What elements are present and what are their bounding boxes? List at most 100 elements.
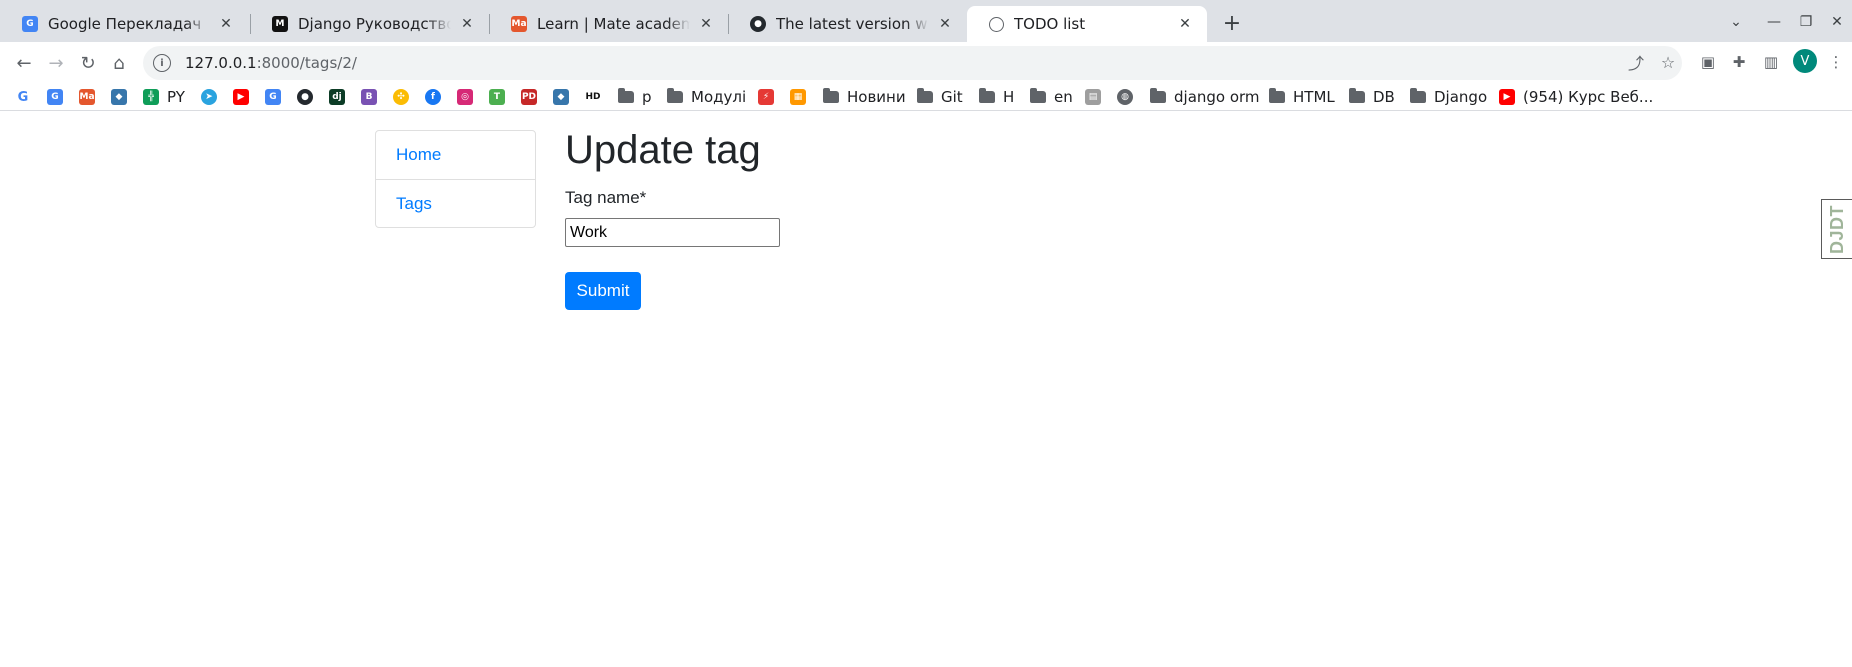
- bookmark-globe[interactable]: ◍: [1117, 84, 1133, 110]
- reload-icon[interactable]: ↻: [74, 49, 102, 77]
- sidebar-item-tags[interactable]: Tags: [376, 179, 535, 227]
- close-icon[interactable]: ✕: [1175, 14, 1195, 34]
- tab-title: Django Руководство часть: [298, 15, 451, 33]
- side-panel-icon[interactable]: ▥: [1760, 51, 1782, 73]
- bookmark-telegram[interactable]: ➤: [201, 84, 217, 110]
- python-icon: ◆: [111, 89, 127, 105]
- minimize-icon[interactable]: —: [1760, 10, 1788, 34]
- bookmark-github[interactable]: ●: [297, 84, 313, 110]
- bookmark-py[interactable]: ╬ PY: [143, 84, 185, 110]
- tab-mate-academy[interactable]: Ma Learn | Mate academy ✕: [489, 6, 728, 42]
- close-icon[interactable]: ✕: [935, 14, 955, 34]
- bookmark-label: PY: [167, 88, 185, 106]
- box-icon: ▦: [790, 89, 806, 105]
- bookmark-python[interactable]: ◆: [111, 84, 127, 110]
- folder-icon: [979, 88, 995, 103]
- bookmark-mate[interactable]: Ma: [79, 84, 95, 110]
- google-translate-icon: G: [22, 16, 38, 32]
- folder-icon: [667, 88, 683, 103]
- folder-icon: [1410, 88, 1426, 103]
- bookmark-label: p: [642, 88, 652, 106]
- address-bar[interactable]: i 127.0.0.1:8000/tags/2/: [143, 46, 1682, 80]
- tab-title: The latest version with rem: [776, 15, 929, 33]
- sheets-icon: ╬: [143, 89, 159, 105]
- bookmark-translate-2[interactable]: G: [265, 84, 281, 110]
- bookmark-instagram[interactable]: ◎: [457, 84, 473, 110]
- bookmark-folder-novyny[interactable]: Новини: [823, 84, 906, 110]
- bookmark-folder-p[interactable]: p: [618, 84, 652, 110]
- close-icon[interactable]: ✕: [216, 14, 236, 34]
- extensions-puzzle-icon[interactable]: ✚: [1728, 51, 1750, 73]
- bookmark-python-2[interactable]: ◆: [553, 84, 569, 110]
- bookmark-hd[interactable]: HD: [585, 84, 601, 110]
- share-icon[interactable]: ⤴: [1623, 49, 1649, 75]
- hd-icon: HD: [585, 89, 601, 105]
- forward-icon[interactable]: →: [42, 49, 70, 77]
- t-icon: T: [489, 89, 505, 105]
- bookmark-folder-en[interactable]: en: [1030, 84, 1073, 110]
- close-icon[interactable]: ✕: [457, 14, 477, 34]
- bookmark-folder-db[interactable]: DB: [1349, 84, 1395, 110]
- bookmark-label: HTML: [1293, 88, 1335, 106]
- folder-icon: [823, 88, 839, 103]
- page-title: Update tag: [565, 128, 761, 172]
- profile-avatar[interactable]: V: [1793, 49, 1817, 73]
- restore-icon[interactable]: ❐: [1792, 10, 1820, 34]
- back-icon[interactable]: ←: [10, 49, 38, 77]
- bookmark-star-icon[interactable]: ☆: [1655, 49, 1681, 75]
- youtube-icon: ▶: [1499, 89, 1515, 105]
- tab-google-translate[interactable]: G Google Перекладач ✕: [0, 6, 248, 42]
- bookmark-facebook[interactable]: f: [425, 84, 441, 110]
- url-host: 127.0.0.1: [185, 54, 257, 72]
- tag-name-input[interactable]: [565, 218, 780, 247]
- document-icon: ▤: [1085, 89, 1101, 105]
- bookmark-folder-h[interactable]: H: [979, 84, 1014, 110]
- bookmark-bootstrap[interactable]: B: [361, 84, 377, 110]
- globe-icon: ◍: [1117, 89, 1133, 105]
- tab-todo-list[interactable]: TODO list ✕: [967, 6, 1207, 42]
- extension-icon[interactable]: ▣: [1697, 51, 1719, 73]
- bookmark-doc[interactable]: ▤: [1085, 84, 1101, 110]
- site-info-icon[interactable]: i: [153, 54, 171, 72]
- pd-icon: PD: [521, 89, 537, 105]
- bookmark-youtube[interactable]: ▶: [233, 84, 249, 110]
- folder-icon: [1269, 88, 1285, 103]
- tab-github[interactable]: ● The latest version with rem ✕: [728, 6, 967, 42]
- submit-button[interactable]: Submit: [565, 272, 641, 310]
- bookmark-label: DB: [1373, 88, 1395, 106]
- address-url: 127.0.0.1:8000/tags/2/: [185, 54, 357, 72]
- home-icon[interactable]: ⌂: [105, 49, 133, 77]
- folder-icon: [1349, 88, 1365, 103]
- bookmark-folder-django[interactable]: Django: [1410, 84, 1487, 110]
- bookmark-photos[interactable]: ✣: [393, 84, 409, 110]
- menu-icon[interactable]: ⋮: [1825, 51, 1847, 73]
- bookmark-folder-git[interactable]: Git: [917, 84, 963, 110]
- debug-toolbar-handle[interactable]: DJDT: [1821, 199, 1852, 259]
- bookmark-folder-django-orm[interactable]: django orm: [1150, 84, 1260, 110]
- bookmark-translate[interactable]: G: [47, 84, 63, 110]
- youtube-icon: ▶: [233, 89, 249, 105]
- bookmark-youtube-course[interactable]: ▶ (954) Курс Веб...: [1499, 84, 1653, 110]
- tab-django-docs[interactable]: M Django Руководство часть ✕: [250, 6, 489, 42]
- bookmark-folder-moduli[interactable]: Модулі: [667, 84, 746, 110]
- page-content: Home Tags Update tag Tag name* Submit DJ…: [0, 111, 1852, 667]
- bookmark-t[interactable]: T: [489, 84, 505, 110]
- bookmark-label: Django: [1434, 88, 1488, 106]
- close-icon[interactable]: ✕: [696, 14, 716, 34]
- google-translate-icon: G: [47, 89, 63, 105]
- tab-title: Learn | Mate academy: [537, 15, 690, 33]
- bookmark-pd[interactable]: PD: [521, 84, 537, 110]
- bookmark-orange[interactable]: ▦: [790, 84, 806, 110]
- bookmark-label: (954) Курс Веб...: [1523, 88, 1654, 106]
- new-tab-button[interactable]: +: [1218, 9, 1246, 37]
- tab-search-icon[interactable]: ⌄: [1722, 10, 1750, 34]
- bookmark-lightning[interactable]: ⚡: [758, 84, 774, 110]
- sidebar-item-home[interactable]: Home: [376, 131, 535, 179]
- bookmark-folder-html[interactable]: HTML: [1269, 84, 1335, 110]
- bookmark-django[interactable]: dj: [329, 84, 345, 110]
- bookmark-label: Git: [941, 88, 963, 106]
- globe-icon: [989, 16, 1004, 32]
- bookmark-google[interactable]: G: [15, 84, 31, 110]
- telegram-icon: ➤: [201, 89, 217, 105]
- close-window-icon[interactable]: ✕: [1823, 10, 1851, 34]
